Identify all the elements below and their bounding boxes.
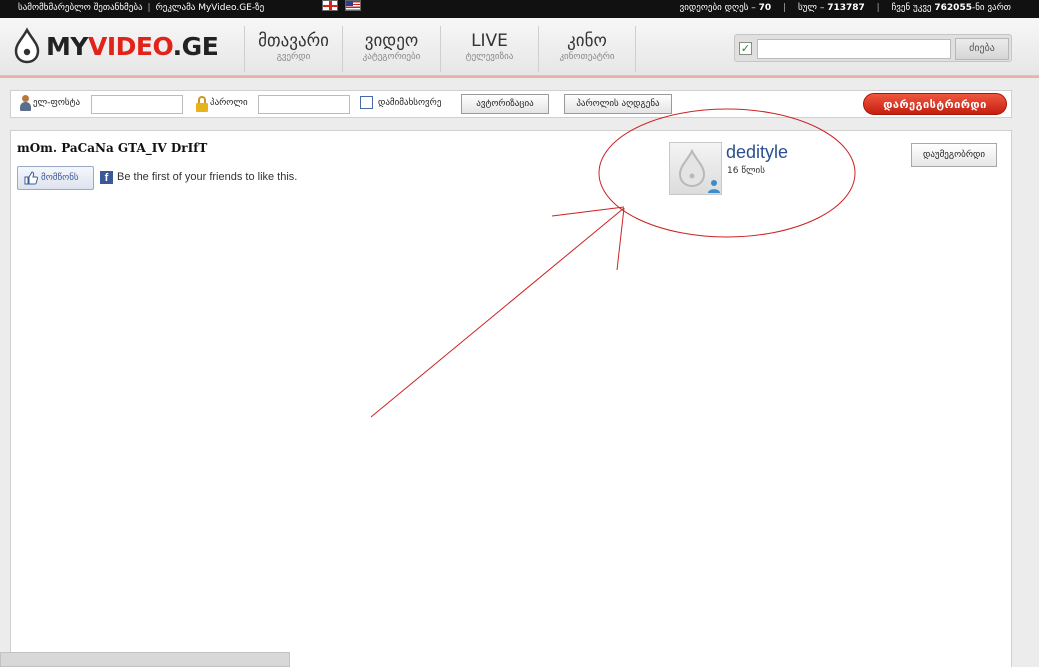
video-panel: mOm. PaCaNa GTA_IV DrIfT მომწონს f Be th…: [10, 130, 1012, 667]
terms-link[interactable]: სამომხმარებლო შეთანხმება: [18, 3, 143, 13]
remember-me-label: დამიმახსოვრე: [378, 98, 442, 108]
facebook-like-text: Be the first of your friends to like thi…: [117, 171, 298, 183]
members-count: 762055: [934, 3, 972, 13]
main-nav: მთავარი გვერდი ვიდეო კატეგორიები LIVE ტე…: [244, 26, 636, 72]
top-links: სამომხმარებლო შეთანხმება | რეკლამა MyVideo…: [18, 3, 265, 13]
password-field[interactable]: [258, 95, 350, 114]
user-avatar[interactable]: [669, 142, 722, 195]
like-button[interactable]: მომწონს: [17, 166, 94, 190]
user-icon: [19, 95, 31, 112]
thumbs-up-icon: [24, 171, 38, 185]
nav-video-categories[interactable]: ვიდეო კატეგორიები: [342, 26, 440, 72]
video-title: mOm. PaCaNa GTA_IV DrIfT: [17, 141, 208, 155]
password-label: პაროლი: [210, 98, 248, 108]
username-link[interactable]: dedityle: [726, 142, 788, 163]
horizontal-scrollbar[interactable]: [0, 652, 290, 667]
lock-icon: [196, 96, 208, 112]
nav-home[interactable]: მთავარი გვერდი: [244, 26, 342, 72]
nav-cinema[interactable]: კინო კინოთეატრი: [538, 26, 636, 72]
user-age: 16 წლის: [727, 166, 765, 176]
site-logo[interactable]: MYVIDEO.GE: [12, 26, 219, 66]
login-bar: ელ-ფოსტა პაროლი დამიმახსოვრე ავტორიზაცია…: [10, 90, 1012, 118]
site-header: MYVIDEO.GE მთავარი გვერდი ვიდეო კატეგორი…: [0, 18, 1039, 78]
email-field[interactable]: [91, 95, 183, 114]
like-label: მომწონს: [41, 173, 79, 183]
search-box: ✓ ძიება: [734, 34, 1012, 62]
logo-text: MYVIDEO.GE: [46, 31, 219, 61]
nav-live-tv[interactable]: LIVE ტელევიზია: [440, 26, 538, 72]
georgian-flag-icon[interactable]: [322, 0, 338, 11]
members-label: ჩვენ უკვე: [891, 3, 932, 13]
add-friend-button[interactable]: დაუმეგობრდი: [911, 143, 997, 167]
videos-today-label: ვიდეოები დღეს –: [679, 3, 756, 13]
drop-logo-icon: [14, 27, 40, 64]
remember-me-checkbox[interactable]: [360, 96, 373, 109]
videos-today-count: 70: [758, 3, 772, 13]
facebook-icon: f: [100, 171, 113, 184]
total-count: 713787: [827, 3, 865, 13]
advertising-link[interactable]: რეკლამა MyVideo.GE-ზე: [156, 3, 265, 13]
site-stats: ვიდეოები დღეს – 70 | სულ – 713787 | ჩვენ…: [679, 3, 1011, 13]
default-avatar-icon: [678, 148, 720, 193]
login-button[interactable]: ავტორიზაცია: [461, 94, 549, 114]
members-suffix: -ნი ვართ: [971, 3, 1011, 13]
register-button[interactable]: დარეგისტრირდი: [863, 93, 1007, 115]
email-label: ელ-ფოსტა: [33, 98, 81, 108]
total-label: სულ –: [797, 3, 825, 13]
top-bar: სამომხმარებლო შეთანხმება | რეკლამა MyVideo…: [0, 0, 1039, 18]
search-filter-checkbox[interactable]: ✓: [739, 42, 752, 55]
search-button[interactable]: ძიება: [955, 38, 1009, 60]
english-flag-icon[interactable]: [345, 0, 361, 11]
search-input[interactable]: [757, 39, 951, 59]
recover-password-button[interactable]: პაროლის აღდგენა: [564, 94, 672, 114]
